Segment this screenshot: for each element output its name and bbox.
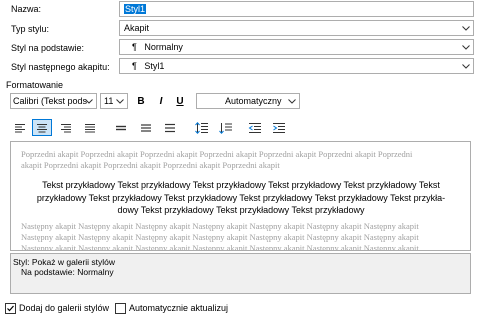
auto-update-label[interactable]: Automatycznie aktualizuj <box>129 303 228 314</box>
chevron-down-icon[interactable] <box>459 40 473 54</box>
style-type-label: Typ stylu: <box>11 24 50 34</box>
next-paragraph-line: Następny akapit Następny akapit Następny… <box>21 221 419 231</box>
chevron-down-icon[interactable] <box>459 21 473 35</box>
line-spacing-icon[interactable] <box>192 119 212 136</box>
name-label: Nazwa: <box>11 4 42 14</box>
style-type-combo[interactable]: Akapit <box>119 20 474 36</box>
sample-text-line: przykładowy Tekst przykładowy Tekst przy… <box>36 193 446 203</box>
one-half-spacing-icon[interactable] <box>136 119 156 136</box>
font-size-combo[interactable]: 11 <box>100 93 128 109</box>
align-center-icon[interactable] <box>32 119 52 136</box>
style-description: Styl: Pokaż w galerii stylów Na podstawi… <box>10 253 471 294</box>
chevron-down-icon[interactable] <box>82 94 96 108</box>
previous-paragraph-line: akapit Poprzedni akapit Poprzedni akapit… <box>21 160 280 170</box>
underline-button[interactable]: U <box>171 93 189 109</box>
based-on-label: Styl na podstawie: <box>11 43 85 53</box>
single-spacing-icon[interactable] <box>111 119 131 136</box>
sample-text-line: Tekst przykładowy Tekst przykładowy Teks… <box>42 180 440 190</box>
formatting-title: Formatowanie <box>6 80 64 90</box>
next-paragraph-line: Następny akapit Następny akapit Następny… <box>21 243 419 251</box>
paragraph-mark-icon: ¶ <box>132 61 137 71</box>
align-left-icon[interactable] <box>10 119 30 136</box>
style-preview: Poprzedni akapit Poprzedni akapit Poprze… <box>10 141 471 251</box>
sample-text-line: dowy Tekst przykładowy Tekst przykładowy… <box>117 205 365 215</box>
double-spacing-icon[interactable] <box>160 119 180 136</box>
description-line: Styl: Pokaż w galerii stylów <box>13 257 116 267</box>
description-line: Na podstawie: Normalny <box>21 267 114 277</box>
increase-indent-icon[interactable] <box>269 119 289 136</box>
add-to-gallery-checkbox[interactable] <box>5 303 16 314</box>
paragraph-mark-icon: ¶ <box>132 42 137 52</box>
paragraph-spacing-icon[interactable] <box>216 119 236 136</box>
justify-icon[interactable] <box>80 119 100 136</box>
next-style-value: Styl1 <box>144 61 165 71</box>
checkmark-icon <box>7 305 14 312</box>
bold-button[interactable]: B <box>132 93 150 109</box>
next-style-combo[interactable]: ¶ Styl1 <box>119 58 474 74</box>
next-paragraph-line: Następny akapit Następny akapit Następny… <box>21 232 419 242</box>
chevron-down-icon[interactable] <box>459 59 473 73</box>
chevron-down-icon[interactable] <box>113 94 127 108</box>
font-size-value: 11 <box>104 96 114 106</box>
font-name-value: Calibri (Tekst pods <box>13 96 88 106</box>
based-on-value: Normalny <box>144 42 183 52</box>
font-color-value: Automatyczny <box>225 96 282 106</box>
name-input[interactable]: Styl1 <box>119 1 474 17</box>
chevron-down-icon[interactable] <box>285 94 299 108</box>
based-on-combo[interactable]: ¶ Normalny <box>119 39 474 55</box>
next-style-label: Styl następnego akapitu: <box>11 62 110 72</box>
italic-button[interactable]: I <box>152 93 170 109</box>
font-name-combo[interactable]: Calibri (Tekst pods <box>10 93 97 109</box>
align-right-icon[interactable] <box>56 119 76 136</box>
auto-update-checkbox[interactable] <box>115 303 126 314</box>
font-color-combo[interactable]: Automatyczny <box>196 93 300 109</box>
add-to-gallery-label[interactable]: Dodaj do galerii stylów <box>19 303 109 314</box>
decrease-indent-icon[interactable] <box>245 119 265 136</box>
previous-paragraph-line: Poprzedni akapit Poprzedni akapit Poprze… <box>21 149 413 159</box>
style-type-value: Akapit <box>124 23 150 33</box>
